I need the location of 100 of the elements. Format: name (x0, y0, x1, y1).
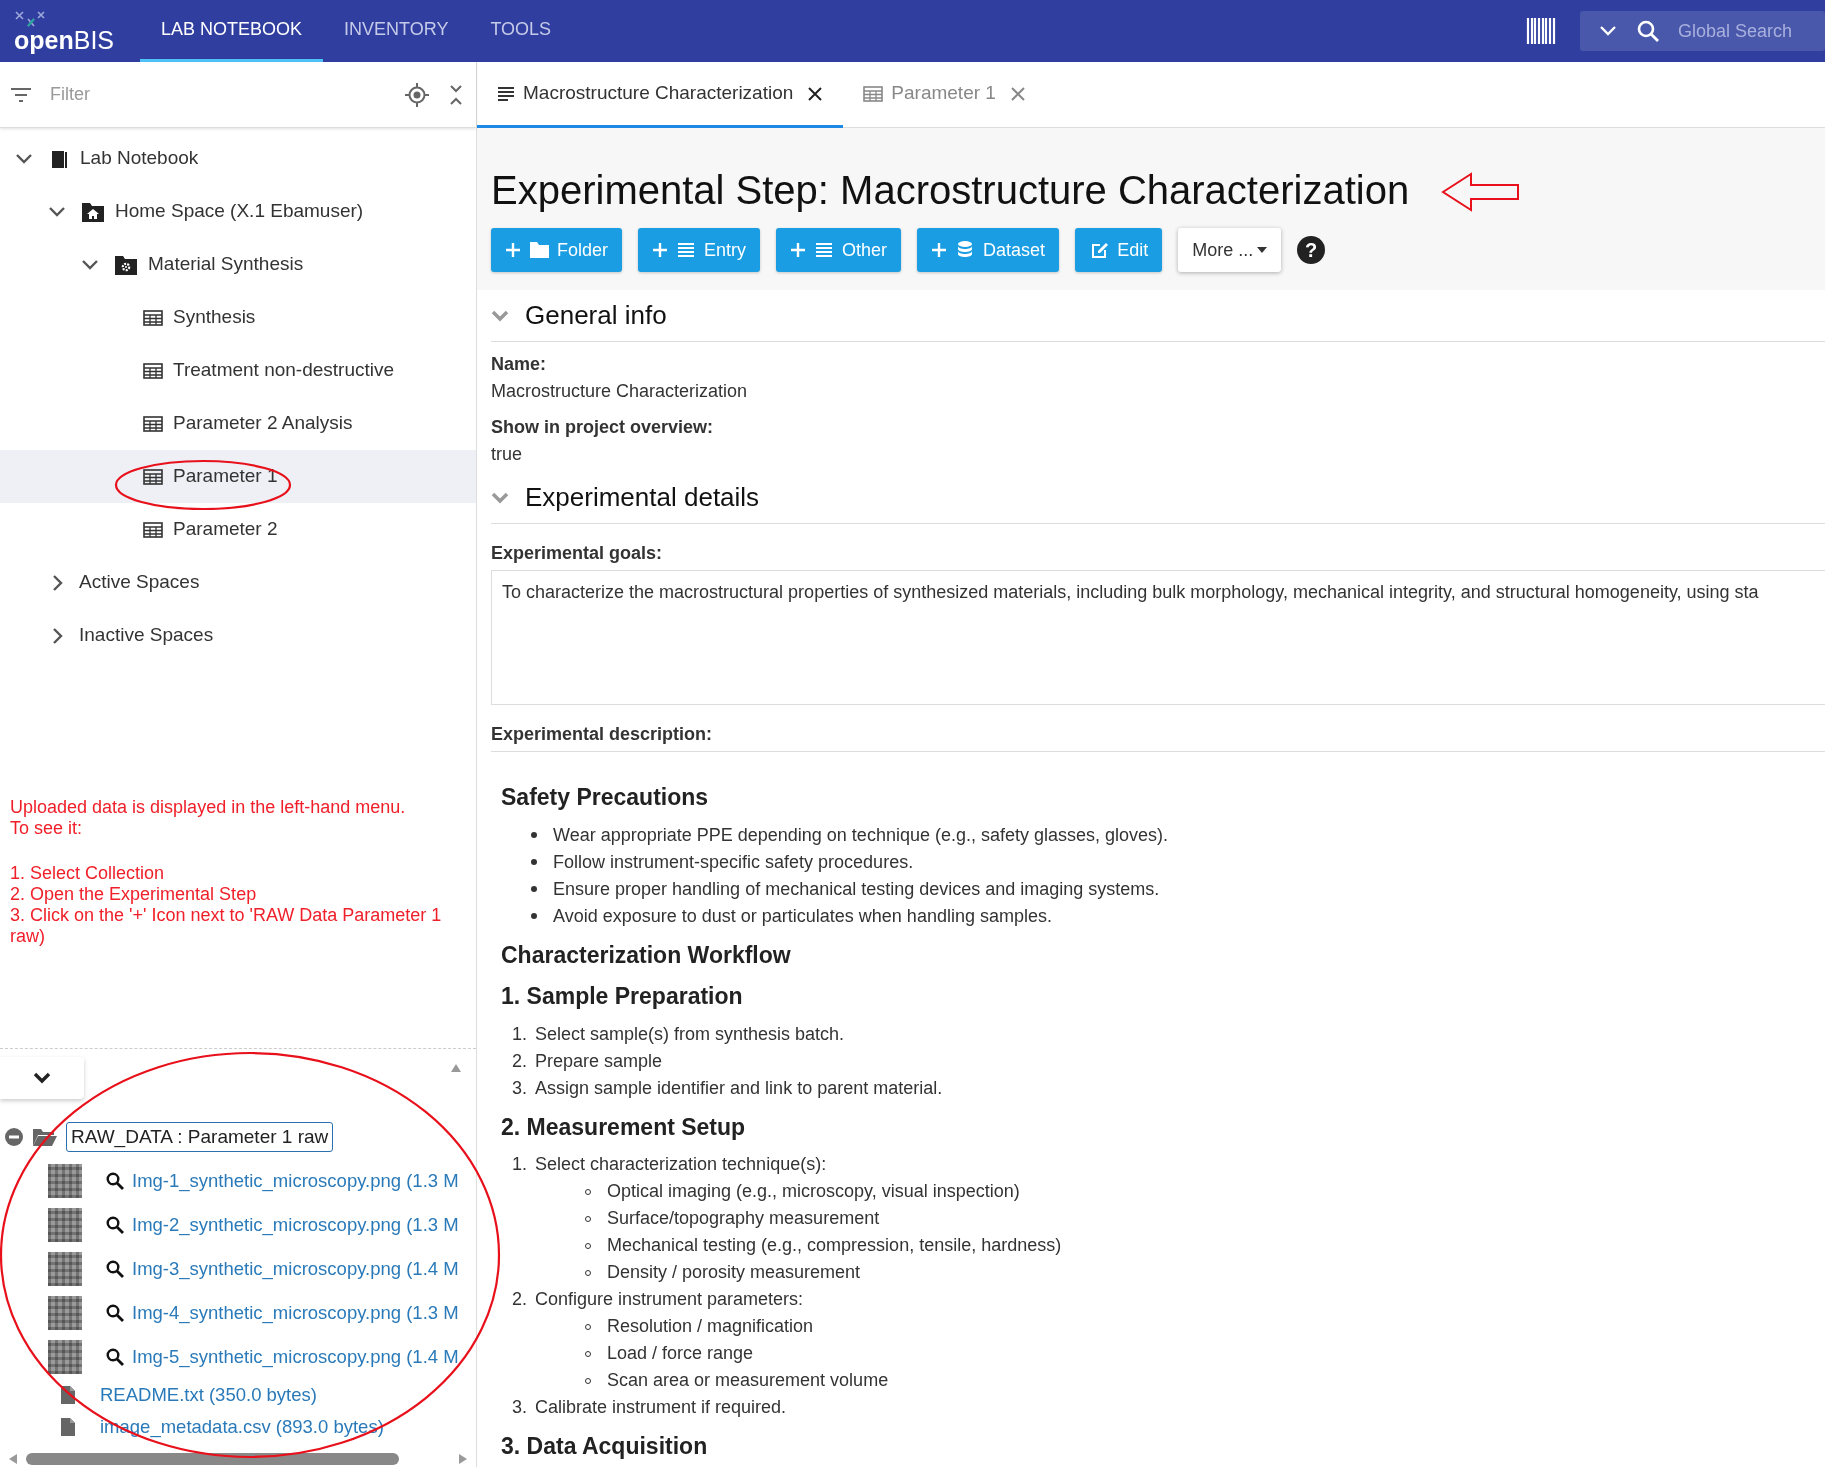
caret-icon (1257, 247, 1268, 253)
file-link[interactable]: Img-4_synthetic_microscopy.png (1.3 M (132, 1299, 459, 1327)
search-icon[interactable] (106, 1260, 124, 1278)
lines-icon (814, 240, 835, 260)
section-header[interactable]: Experimental details (491, 472, 1825, 524)
table-icon (143, 468, 163, 485)
help-button[interactable]: ? (1297, 236, 1326, 264)
logo-crosses-icon (14, 9, 48, 28)
search-bar[interactable]: Global Search (1580, 11, 1825, 51)
field-value: Macrostructure Characterization (491, 380, 749, 403)
file-link[interactable]: Img-1_synthetic_microscopy.png (1.3 M (132, 1167, 459, 1195)
filter-icon (10, 86, 32, 103)
bullet-icon (531, 913, 537, 919)
list-item: Select sample(s) from synthesis batch. (535, 1022, 845, 1046)
section-header[interactable]: General info (491, 290, 1825, 342)
list-number: 3. (511, 1396, 527, 1419)
table-icon (863, 85, 884, 102)
locate-icon[interactable] (404, 81, 430, 108)
field-label: Show in project overview: (491, 416, 715, 439)
list-item: Density / porosity measurement (607, 1261, 861, 1284)
list-item: Follow instrument-specific safety procedures. (553, 850, 914, 874)
nav-tab[interactable]: LAB NOTEBOOK (140, 0, 324, 62)
collapse-button[interactable] (0, 1057, 84, 1099)
plus-icon (790, 242, 807, 258)
list-item: Wear appropriate PPE depending on technique (e.g., safety glasses, gloves). (553, 823, 1169, 847)
file-link[interactable]: Img-5_synthetic_microscopy.png (1.4 M (132, 1343, 459, 1371)
search-field[interactable]: Global Search (1676, 16, 1796, 46)
list-number: 2. (511, 1288, 527, 1311)
search-icon[interactable] (106, 1304, 124, 1322)
nav-tab[interactable]: INVENTORY (323, 0, 470, 62)
filter-field[interactable]: Filter (48, 80, 348, 109)
scroll-right-icon[interactable] (458, 1453, 468, 1465)
tree-item[interactable]: Home Space (X.1 Ebamuser) (0, 185, 476, 238)
list-number: 1. (511, 1153, 527, 1176)
table-icon (143, 309, 163, 326)
scroll-left-icon[interactable] (8, 1453, 18, 1465)
nav-tab[interactable]: TOOLS (469, 0, 573, 62)
text-area[interactable]: To characterize the macrostructural properties of synthesized materials, including bulk morphology, mechanical integrity, and structural homogeneity, using sta (491, 570, 1825, 705)
tree-item[interactable]: Inactive Spaces (0, 609, 476, 662)
list-item: Surface/topography measurement (607, 1207, 880, 1230)
section-heading: 2. Measurement Setup (501, 1112, 747, 1142)
list-item: Assign sample identifier and link to parent material. (535, 1076, 943, 1100)
field-label: Experimental goals: (491, 542, 664, 565)
plus-icon (652, 242, 669, 258)
lines-icon (497, 85, 515, 102)
barcode-icon[interactable] (1526, 17, 1556, 45)
file-link[interactable]: Img-2_synthetic_microscopy.png (1.3 M (132, 1211, 459, 1239)
list-item: Avoid exposure to dust or particulates when handling samples. (553, 904, 1052, 928)
field-label: Experimental description: (491, 723, 714, 746)
search-icon[interactable] (106, 1216, 124, 1234)
scroll-up-icon[interactable] (450, 1063, 462, 1073)
tree-item[interactable]: Parameter 2 (0, 503, 476, 556)
dataset-name[interactable]: RAW_DATA : Parameter 1 raw (66, 1121, 334, 1153)
bullet-icon (531, 886, 537, 892)
close-icon[interactable] (807, 85, 824, 102)
tree-item[interactable]: Material Synthesis (0, 238, 476, 291)
tree-item[interactable]: Synthesis (0, 291, 476, 344)
tree-item[interactable]: Lab Notebook (0, 132, 476, 185)
search-icon (1636, 19, 1660, 43)
file-icon (60, 1417, 76, 1437)
plus-icon (931, 242, 948, 258)
folder-icon (529, 240, 549, 260)
file-link[interactable]: README.txt (350.0 bytes) (100, 1381, 317, 1409)
tab[interactable]: Parameter 1 (843, 62, 1046, 128)
note-step: 3. Click on the '+' Icon next to 'RAW Data Parameter 1 raw) (10, 905, 466, 947)
scrollbar-thumb[interactable] (26, 1453, 400, 1465)
edit-icon (1089, 240, 1110, 260)
list-item: Select characterization technique(s): (535, 1153, 827, 1176)
list-item: Calibrate instrument if required. (535, 1396, 787, 1419)
tree-item[interactable]: Parameter 2 Analysis (0, 397, 476, 450)
thumbnail-image (48, 1340, 82, 1374)
list-item: Prepare sample (535, 1049, 663, 1073)
search-icon[interactable] (106, 1348, 124, 1366)
more-button[interactable]: More ... (1178, 228, 1282, 272)
field-label: Name: (491, 353, 548, 376)
table-icon (143, 521, 163, 538)
file-link[interactable]: Img-3_synthetic_microscopy.png (1.4 M (132, 1255, 459, 1283)
chevron-down-icon (491, 490, 509, 505)
plus-icon (505, 242, 521, 258)
section-heading: 3. Data Acquisition (501, 1432, 709, 1461)
bullet-icon (531, 859, 537, 865)
note-step: 1. Select Collection (10, 863, 466, 884)
list-number: 3. (511, 1076, 527, 1100)
list-item: Scan area or measurement volume (607, 1369, 889, 1392)
tree-item[interactable]: Active Spaces (0, 556, 476, 609)
list-number: 1. (511, 1022, 527, 1046)
section-heading: 1. Sample Preparation (501, 982, 744, 1011)
collapse-circle-icon[interactable] (4, 1127, 24, 1147)
note-text: Uploaded data is displayed in the left-hand menu. To see it: (10, 797, 407, 839)
thumbnail-image (48, 1208, 82, 1242)
list-item: Load / force range (607, 1342, 754, 1365)
thumbnail-image (48, 1252, 82, 1286)
list-item: Optical imaging (e.g., microscopy, visual inspection) (607, 1180, 1020, 1203)
thumbnail-image (48, 1296, 82, 1330)
list-item: Ensure proper handling of mechanical testing devices and imaging systems. (553, 877, 1160, 901)
folder-icon (32, 1127, 58, 1147)
tree-item[interactable]: Treatment non-destructive (0, 344, 476, 397)
list-number: 2. (511, 1049, 527, 1073)
search-icon[interactable] (106, 1172, 124, 1190)
list-item: Mechanical testing (e.g., compression, tensile, hardness) (607, 1234, 1062, 1257)
